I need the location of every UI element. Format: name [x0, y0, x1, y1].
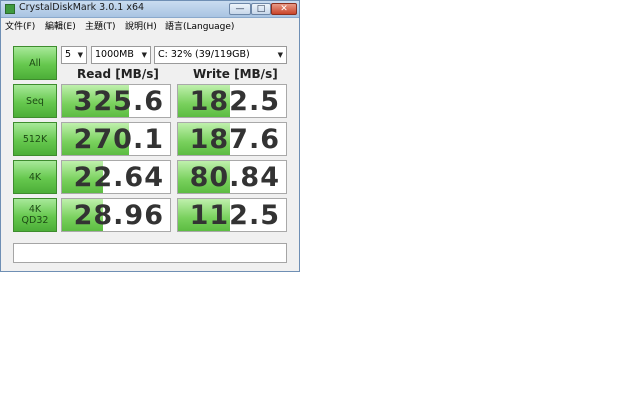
512k-read-cell: 270.1 — [61, 122, 171, 156]
test-count-select[interactable]: 5 ▼ — [61, 46, 87, 64]
512k-write-cell: 187.6 — [177, 122, 287, 156]
close-button[interactable]: ✕ — [271, 3, 297, 15]
menu-edit[interactable]: 編輯(E) — [45, 19, 76, 32]
test-size-select[interactable]: 1000MB ▼ — [91, 46, 151, 64]
app-window: CrystalDiskMark 3.0.1 x64 — □ ✕ 文件(F) 編輯… — [0, 0, 300, 272]
write-column-header: Write [MB/s] — [193, 67, 278, 81]
4k-read-cell: 22.64 — [61, 160, 171, 194]
chevron-down-icon: ▼ — [277, 51, 283, 59]
4k-qd32-button-line1: 4K — [28, 204, 42, 215]
menu-theme[interactable]: 主題(T) — [85, 19, 116, 32]
chevron-down-icon: ▼ — [141, 51, 147, 59]
4k-button[interactable]: 4K — [13, 160, 57, 194]
read-column-header: Read [MB/s] — [77, 67, 159, 81]
maximize-button[interactable]: □ — [251, 3, 271, 15]
4k-qd32-button[interactable]: 4K QD32 — [13, 198, 57, 232]
4k-button-label: 4K — [28, 171, 42, 183]
512k-button[interactable]: 512K — [13, 122, 57, 156]
menu-language[interactable]: 語言(Language) — [165, 19, 234, 32]
window-title: CrystalDiskMark 3.0.1 x64 — [19, 2, 145, 13]
512k-button-label: 512K — [22, 133, 48, 145]
drive-value: C: 32% (39/119GB) — [158, 49, 250, 60]
seq-button-label: Seq — [26, 95, 44, 107]
seq-button[interactable]: Seq — [13, 84, 57, 118]
test-size-value: 1000MB — [95, 49, 134, 60]
app-logo-icon — [5, 4, 15, 14]
menu-bar: 文件(F) 編輯(E) 主題(T) 說明(H) 語言(Language) — [1, 18, 299, 33]
main-panel: All 5 ▼ 1000MB ▼ C: 32% (39/119GB) ▼ Rea… — [1, 33, 299, 271]
all-button-label: All — [29, 57, 41, 69]
seq-write-value: 182.5 — [189, 86, 280, 117]
all-button[interactable]: All — [13, 46, 57, 80]
chevron-down-icon: ▼ — [77, 51, 83, 59]
4k-qd32-write-value: 112.5 — [189, 200, 280, 231]
menu-file[interactable]: 文件(F) — [5, 19, 35, 32]
4k-qd32-read-value: 28.96 — [73, 200, 164, 231]
seq-read-cell: 325.6 — [61, 84, 171, 118]
menu-help[interactable]: 說明(H) — [125, 19, 157, 32]
minimize-button[interactable]: — — [229, 3, 251, 15]
4k-qd32-read-cell: 28.96 — [61, 198, 171, 232]
title-bar[interactable]: CrystalDiskMark 3.0.1 x64 — □ ✕ — [1, 1, 299, 18]
4k-write-value: 80.84 — [189, 162, 280, 193]
seq-write-cell: 182.5 — [177, 84, 287, 118]
512k-write-value: 187.6 — [189, 124, 280, 155]
512k-read-value: 270.1 — [73, 124, 164, 155]
4k-qd32-write-cell: 112.5 — [177, 198, 287, 232]
status-box — [13, 243, 287, 263]
seq-read-value: 325.6 — [73, 86, 164, 117]
4k-read-value: 22.64 — [73, 162, 164, 193]
4k-write-cell: 80.84 — [177, 160, 287, 194]
test-count-value: 5 — [65, 49, 72, 60]
4k-qd32-button-line2: QD32 — [21, 215, 49, 226]
drive-select[interactable]: C: 32% (39/119GB) ▼ — [154, 46, 287, 64]
